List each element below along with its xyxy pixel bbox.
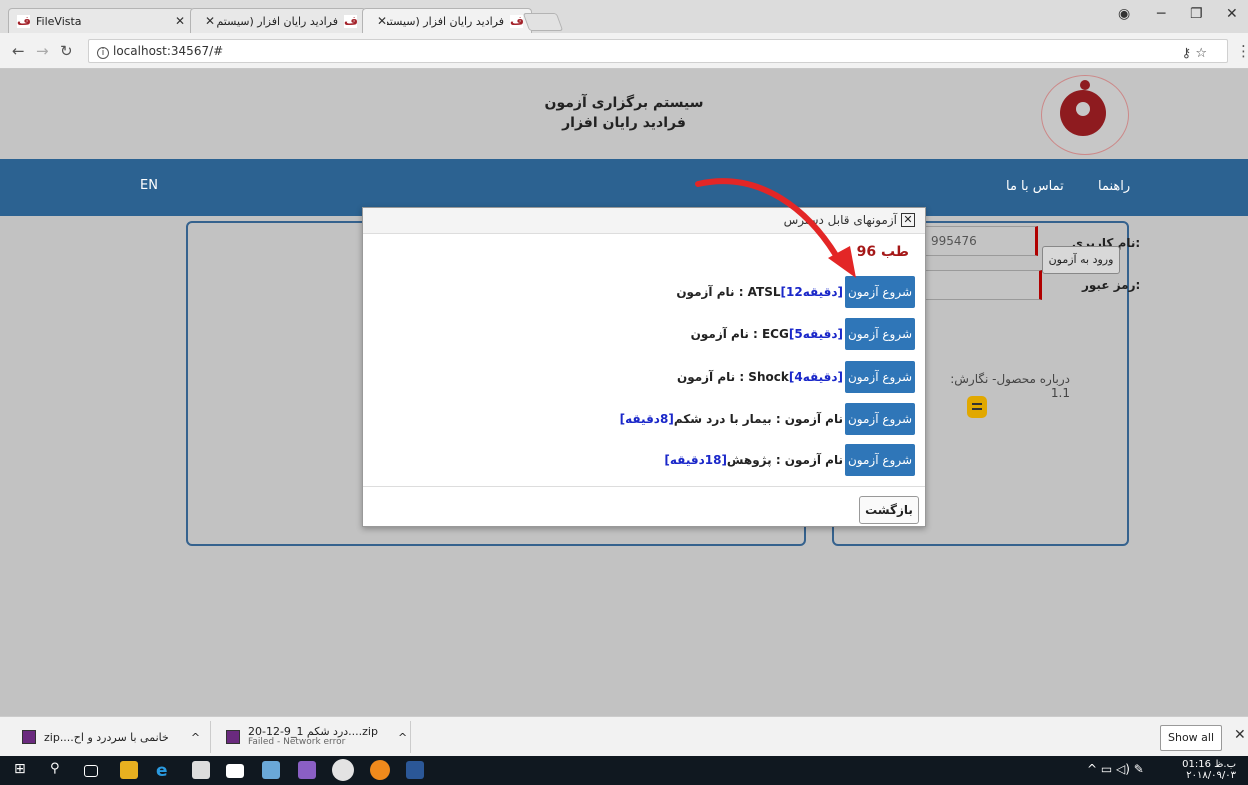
tab-title: فرادید رایان افزار (سیستم بر xyxy=(215,14,338,28)
windows-taskbar: ⊞ ⚲ e ^ ▭ ◁) ✎ 01:16 ب.ظ ۲۰۱۸/۰۹/۰۳ xyxy=(0,756,1248,785)
mail-icon[interactable] xyxy=(226,764,244,778)
download-status: Failed - Network error xyxy=(248,737,346,747)
task-view-icon[interactable] xyxy=(84,765,98,777)
address-bar: ← → ↻ i localhost:34567/# ⚷ ☆ ⋮ xyxy=(0,33,1248,69)
windows-start-icon[interactable]: ⊞ xyxy=(14,761,32,779)
firefox-icon[interactable] xyxy=(370,760,390,780)
download-filename: خانمی با سردرد و اح....zip xyxy=(44,730,169,744)
about-link[interactable]: درباره محصول- نگارش: 1.1 xyxy=(930,372,1070,400)
close-download-bar-icon[interactable]: ✕ xyxy=(1234,727,1246,743)
exam-duration: [5دقیقه] xyxy=(788,327,843,341)
new-tab-button[interactable] xyxy=(522,13,564,31)
exam-duration: [4دقیقه] xyxy=(788,370,843,384)
start-exam-button[interactable]: شروع آزمون xyxy=(845,361,915,393)
archive-icon xyxy=(226,730,240,744)
chrome-icon[interactable] xyxy=(332,759,354,781)
maximize-icon[interactable]: ❐ xyxy=(1190,6,1203,22)
tab-close-icon[interactable]: ✕ xyxy=(205,14,215,28)
forward-arrow-icon[interactable]: → xyxy=(36,42,49,60)
start-exam-button[interactable]: شروع آزمون xyxy=(845,444,915,476)
close-window-icon[interactable]: ✕ xyxy=(1226,6,1238,22)
browser-tab-strip: ف FileVista ✕ ✕ فرادید رایان افزار (سیست… xyxy=(0,0,1248,33)
archive-icon xyxy=(22,730,36,744)
site-header: سیستم برگزاری آزمون فرادید رایان افزار xyxy=(0,69,1248,159)
edge-icon[interactable]: e xyxy=(156,761,174,781)
tab-title: FileVista xyxy=(36,14,82,28)
tab-title: فرادید رایان افزار (سیستم بر xyxy=(387,14,504,28)
visual-studio-icon[interactable] xyxy=(298,761,316,779)
show-all-button[interactable]: Show all xyxy=(1160,725,1222,751)
exam-label: نام آزمون : پژوهش[18دقیقه] xyxy=(664,453,843,467)
info-icon[interactable]: i xyxy=(97,47,109,59)
dialog-close-icon[interactable]: ✕ xyxy=(901,213,915,227)
download-item[interactable]: 20-12-9_درد شکم 1....zip Failed - Networ… xyxy=(218,723,407,751)
favicon-icon: ف xyxy=(510,13,524,28)
reload-icon[interactable]: ↻ xyxy=(60,42,73,60)
tab-faradid-2[interactable]: ✕ فرادید رایان افزار (سیستم بر ف xyxy=(362,8,532,33)
key-icon[interactable]: ⚷ xyxy=(1182,46,1192,61)
nav-guide[interactable]: راهنما xyxy=(1098,179,1130,194)
back-arrow-icon[interactable]: ← xyxy=(12,42,25,60)
chevron-up-icon[interactable]: ^ xyxy=(398,731,407,744)
tab-close-icon[interactable]: ✕ xyxy=(175,14,185,28)
exam-duration: [18دقیقه] xyxy=(664,453,727,467)
login-button[interactable]: ورود به آزمون xyxy=(1042,246,1120,274)
exam-duration: [8دقیقه] xyxy=(619,412,674,426)
word-icon[interactable] xyxy=(406,761,424,779)
favicon-icon: ف xyxy=(17,13,31,28)
exam-row: شروع آزمون نام آزمون : پژوهش[18دقیقه] xyxy=(664,444,915,476)
favicon-icon: ف xyxy=(344,13,358,28)
language-switch[interactable]: EN xyxy=(140,178,158,193)
password-input[interactable] xyxy=(924,270,1042,300)
password-label: رمز عبور: xyxy=(1082,278,1141,292)
logo-icon xyxy=(1041,75,1129,155)
menu-dots-icon[interactable]: ⋮ xyxy=(1236,42,1248,60)
exam-row: شروع آزمون نام آزمون : ECG[5دقیقه] xyxy=(691,318,915,350)
tab-close-icon[interactable]: ✕ xyxy=(377,14,387,28)
exam-label: نام آزمون : بیمار با درد شکم[8دقیقه] xyxy=(619,412,843,426)
chat-icon[interactable] xyxy=(967,396,987,418)
search-icon[interactable]: ⚲ xyxy=(50,761,68,779)
url-text: localhost:34567/# xyxy=(113,44,224,58)
url-field[interactable]: i localhost:34567/# ⚷ ☆ xyxy=(88,39,1228,63)
exam-label: نام آزمون : ECG[5دقیقه] xyxy=(690,327,843,341)
exam-label: نام آزمون : Shock[4دقیقه] xyxy=(676,370,843,384)
omnibox-actions: ⚷ ☆ xyxy=(1182,43,1207,65)
username-input[interactable]: 995476 xyxy=(924,226,1038,256)
clock[interactable]: 01:16 ب.ظ ۲۰۱۸/۰۹/۰۳ xyxy=(1182,759,1236,781)
back-button[interactable]: بازگشت xyxy=(859,496,919,524)
bookmark-star-icon[interactable]: ☆ xyxy=(1195,46,1207,61)
file-explorer-icon[interactable] xyxy=(120,761,138,779)
download-bar: خانمی با سردرد و اح....zip ^ 20-12-9_درد… xyxy=(0,716,1248,756)
start-exam-button[interactable]: شروع آزمون xyxy=(845,403,915,435)
tab-faradid-1[interactable]: ✕ فرادید رایان افزار (سیستم بر ف xyxy=(190,8,366,33)
download-filename: 20-12-9_درد شکم 1....zip xyxy=(248,725,378,738)
clock-time: 01:16 ب.ظ xyxy=(1182,759,1236,770)
app-icon[interactable] xyxy=(262,761,280,779)
exam-row: شروع آزمون نام آزمون : بیمار با درد شکم[… xyxy=(620,403,915,435)
start-exam-button[interactable]: شروع آزمون xyxy=(845,318,915,350)
system-tray-icons[interactable]: ^ ▭ ◁) ✎ xyxy=(1087,762,1144,776)
annotation-arrow-icon xyxy=(695,178,856,278)
exam-row: شروع آزمون نام آزمون : Shock[4دقیقه] xyxy=(677,361,915,393)
store-icon[interactable] xyxy=(192,761,210,779)
nav-contact[interactable]: تماس با ما xyxy=(1006,179,1064,194)
dialog-footer: بازگشت xyxy=(363,486,925,526)
minimize-icon[interactable]: ─ xyxy=(1157,6,1165,22)
download-item[interactable]: خانمی با سردرد و اح....zip ^ xyxy=(14,723,200,751)
clock-date: ۲۰۱۸/۰۹/۰۳ xyxy=(1186,770,1236,781)
profile-icon[interactable]: ◉ xyxy=(1118,6,1130,22)
tab-filevista[interactable]: ف FileVista ✕ xyxy=(8,8,194,33)
chevron-up-icon[interactable]: ^ xyxy=(191,731,200,744)
